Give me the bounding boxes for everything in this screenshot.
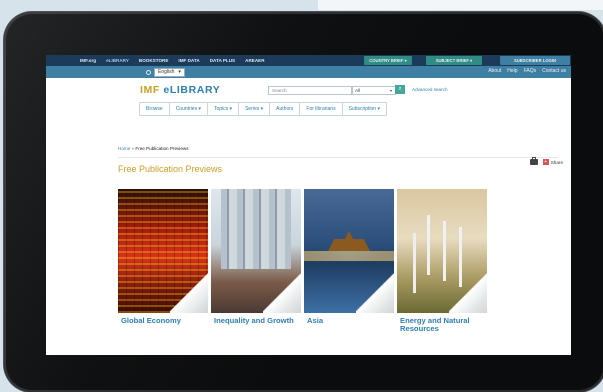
main-menu: Browse Countries ▾ Topics ▾ Series ▾ Aut…	[139, 102, 387, 116]
logo-elibrary: eLIBRARY	[163, 84, 221, 96]
top-nav: IMF.org eLIBRARY BOOKSTORE IMF DATA DATA…	[46, 55, 571, 66]
faqs-link[interactable]: FAQs	[524, 68, 537, 74]
utility-bar: English ▾ About Help FAQs Contact us	[46, 66, 571, 78]
preview-tiles	[118, 189, 487, 313]
search-scope-select[interactable]: All ▾	[351, 86, 396, 95]
tile-label-energy-resources[interactable]: Energy and Natural Resources	[397, 316, 487, 333]
menu-authors[interactable]: Authors	[270, 103, 301, 115]
menu-countries[interactable]: Countries ▾	[170, 103, 208, 115]
subject-brief-dropdown[interactable]: SUBJECT BRIEF ▾	[426, 56, 482, 65]
about-link[interactable]: About	[488, 68, 501, 74]
page-curl	[170, 273, 208, 313]
page-title: Free Publication Previews	[118, 164, 223, 174]
print-icon[interactable]	[529, 157, 538, 165]
globe-icon	[146, 70, 151, 75]
logo-imf: IMF	[140, 84, 160, 96]
breadcrumb-current: Free Publication Previews	[135, 146, 189, 151]
page-curl	[263, 273, 301, 313]
menu-series[interactable]: Series ▾	[239, 103, 271, 115]
tablet-frame: IMF.org eLIBRARY BOOKSTORE IMF DATA DATA…	[4, 12, 603, 392]
tablet-screen: IMF.org eLIBRARY BOOKSTORE IMF DATA DATA…	[46, 55, 571, 355]
menu-topics[interactable]: Topics ▾	[208, 103, 240, 115]
divider	[118, 157, 558, 158]
page-curl	[449, 273, 487, 313]
tile-label-global-economy[interactable]: Global Economy	[118, 316, 208, 333]
share-icon: +	[542, 159, 549, 165]
tile-inequality-growth-image[interactable]	[211, 189, 301, 313]
menu-for-librarians[interactable]: For librarians	[300, 103, 343, 115]
menu-browse[interactable]: Browse	[140, 103, 170, 115]
help-link[interactable]: Help	[507, 68, 517, 74]
site-header: IMF eLIBRARY Search All ▾ ⌕ Advanced sea…	[46, 78, 571, 102]
language-selector[interactable]: English ▾	[146, 68, 185, 77]
share-button[interactable]: + Share	[542, 159, 563, 165]
preview-tile-labels: Global Economy Inequality and Growth Asi…	[118, 316, 487, 333]
tile-energy-resources-image[interactable]	[397, 189, 487, 313]
search-scope-value: All	[355, 88, 361, 93]
page-curl	[356, 273, 394, 313]
tile-global-economy-image[interactable]	[118, 189, 208, 313]
tile-asia-image[interactable]	[304, 189, 394, 313]
backdrop	[318, 0, 603, 10]
advanced-search-link[interactable]: Advanced search	[412, 86, 448, 93]
menu-subscription[interactable]: Subscription ▾	[343, 103, 386, 115]
chevron-down-icon: ▾	[389, 88, 392, 93]
site-logo[interactable]: IMF eLIBRARY	[140, 84, 220, 96]
tile-label-inequality-growth[interactable]: Inequality and Growth	[211, 316, 301, 333]
breadcrumb: Home » Free Publication Previews	[118, 146, 189, 151]
contact-link[interactable]: Contact us	[542, 68, 566, 74]
nav-link-imf[interactable]: IMF.org	[80, 58, 96, 63]
nav-link-elibrary[interactable]: eLIBRARY	[106, 58, 129, 63]
language-value: English	[158, 69, 175, 75]
nav-link-imf-data[interactable]: IMF DATA	[178, 58, 199, 63]
chevron-down-icon: ▾	[178, 69, 181, 75]
breadcrumb-separator: »	[131, 146, 135, 151]
search-icon: ⌕	[398, 86, 402, 92]
utility-links: About Help FAQs Contact us	[488, 68, 566, 74]
page-tools: + Share	[529, 157, 563, 165]
search-button[interactable]: ⌕	[395, 85, 405, 94]
nav-link-data-plus[interactable]: DATA PLUS	[210, 58, 235, 63]
nav-link-areaer[interactable]: AREAER	[245, 58, 264, 63]
subscriber-login-button[interactable]: SUBSCRIBER LOGIN	[500, 56, 570, 65]
share-label: Share	[550, 159, 563, 165]
nav-link-bookstore[interactable]: BOOKSTORE	[139, 58, 169, 63]
country-brief-dropdown[interactable]: COUNTRY BRIEF ▾	[364, 56, 412, 65]
breadcrumb-home[interactable]: Home	[118, 146, 130, 151]
tile-label-asia[interactable]: Asia	[304, 316, 394, 333]
search-input[interactable]: Search	[268, 86, 353, 95]
